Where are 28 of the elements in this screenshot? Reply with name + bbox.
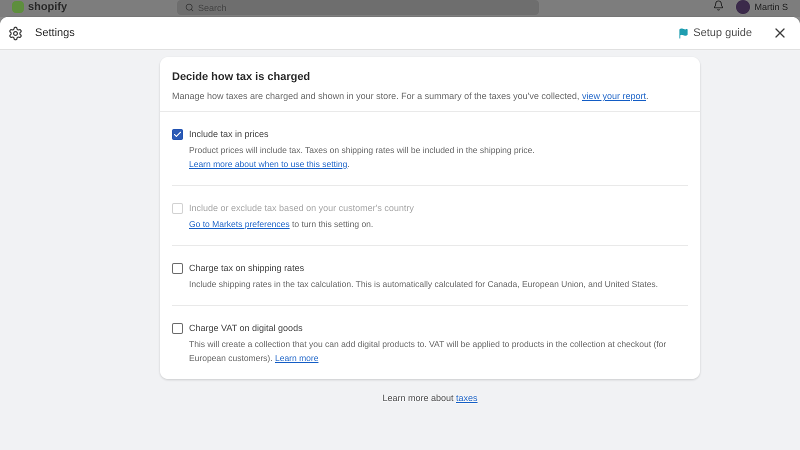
flag-icon <box>678 28 690 38</box>
settings-icon <box>8 26 23 40</box>
logo-text: shopify <box>28 0 68 14</box>
card-description: Manage how taxes are charged and shown in your store. For a summary of the taxes you've collected, view your report. <box>172 90 650 103</box>
checkbox[interactable] <box>172 263 183 274</box>
link[interactable]: Learn more about when to use this setting <box>189 159 348 169</box>
option-label: Charge tax on shipping rates <box>189 262 306 275</box>
search-icon <box>185 3 194 12</box>
option-label: Charge VAT on digital goods <box>189 322 304 335</box>
checkbox[interactable] <box>172 323 183 334</box>
avatar[interactable] <box>736 0 750 14</box>
setup-guide-button[interactable]: Setup guide <box>678 24 752 42</box>
checkbox[interactable] <box>172 129 183 140</box>
bell-icon[interactable] <box>713 0 724 11</box>
card-title: Decide how tax is charged <box>172 70 312 85</box>
link[interactable]: view your report <box>582 91 646 101</box>
option-description: Product prices will include tax. Taxes on shipping rates will be included in the shipping price. Learn more about when to use this setting. <box>189 144 536 171</box>
user-name: Martin S <box>754 1 788 14</box>
option-label: Include tax in prices <box>189 128 270 141</box>
option-description: Go to Markets preferences to turn this setting on. <box>189 218 374 231</box>
logo-icon <box>12 1 24 13</box>
option-description: This will create a collection that you can add digital products to. VAT will be applied to products in the collection at checkout (for European customers). Learn more <box>189 338 668 365</box>
footer-text: Learn more about taxes <box>382 392 478 405</box>
option-label: Include or exclude tax based on your customer's country <box>189 202 414 215</box>
link[interactable]: Learn more <box>274 353 318 363</box>
link[interactable]: taxes <box>456 393 478 403</box>
header-title: Settings <box>35 26 75 41</box>
option-description: Include shipping rates in the tax calculation. This is automatically calculated for Canada, European Union, and United States. <box>189 278 658 291</box>
